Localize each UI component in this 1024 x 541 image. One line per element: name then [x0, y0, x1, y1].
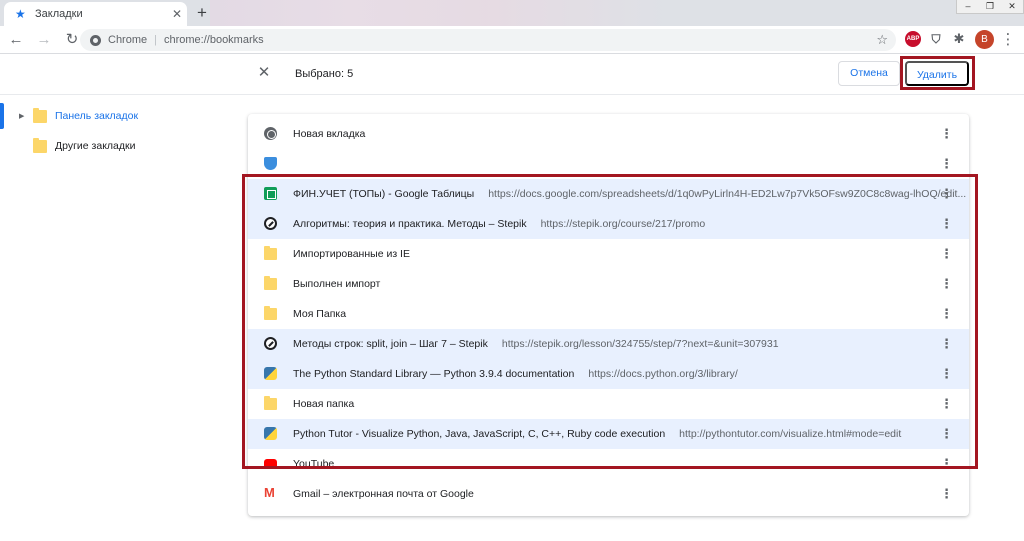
tree-item-label: Другие закладки	[55, 140, 136, 152]
bookmark-title: ФИН.УЧЕТ (ТОПы) - Google Таблицы https://…	[293, 188, 967, 200]
bookmark-url: https://stepik.org/course/217/promo	[540, 218, 706, 230]
bookmark-row[interactable]: Новая папка ⋮	[248, 389, 969, 419]
more-actions-icon[interactable]: ⋮	[940, 305, 953, 323]
more-actions-icon[interactable]: ⋮	[940, 395, 953, 413]
bookmark-url: https://docs.google.com/spreadsheets/d/1…	[488, 188, 967, 200]
bookmark-title: Моя Папка	[293, 308, 347, 320]
folder-icon	[33, 137, 47, 153]
browser-menu-icon[interactable]: ⋮	[1000, 30, 1016, 49]
bookmark-title: The Python Standard Library — Python 3.9…	[293, 368, 738, 380]
star-icon: ★	[15, 7, 26, 21]
minimize-button[interactable]: –	[957, 0, 979, 13]
clear-selection-icon[interactable]: ✕	[254, 63, 274, 83]
expand-arrow-icon[interactable]: ▶	[19, 112, 24, 120]
bookmark-title: Импортированные из IE	[293, 248, 410, 260]
youtube-icon	[264, 459, 277, 469]
bookmark-title: Новая папка	[293, 398, 355, 410]
more-actions-icon[interactable]: ⋮	[940, 125, 953, 143]
new-tab-button[interactable]: +	[193, 4, 211, 22]
bookmark-title: Методы строк: split, join – Шаг 7 – Step…	[293, 338, 779, 350]
bookmark-row[interactable]: ФИН.УЧЕТ (ТОПы) - Google Таблицы https://…	[248, 179, 969, 209]
window-controls: – ❐ ✕	[956, 0, 1024, 14]
bookmark-url: https://stepik.org/lesson/324755/step/7?…	[501, 338, 779, 350]
tab-title: Закладки	[35, 8, 83, 20]
omnibox-chip: Chrome	[108, 34, 148, 46]
address-bar[interactable]: Chrome | chrome://bookmarks ☆	[80, 29, 896, 51]
bookmark-row[interactable]: ⋮	[248, 149, 969, 179]
folder-icon	[264, 306, 277, 320]
python-icon	[264, 367, 277, 380]
bookmark-url: https://docs.python.org/3/library/	[588, 368, 738, 380]
bookmark-row[interactable]: Импортированные из IE ⋮	[248, 239, 969, 269]
tree-item-bookmarks-bar[interactable]: ▶ Панель закладок	[0, 103, 138, 129]
more-actions-icon[interactable]: ⋮	[940, 245, 953, 263]
bookmark-row[interactable]: Python Tutor - Visualize Python, Java, J…	[248, 419, 969, 449]
omnibox-separator: |	[154, 34, 157, 46]
bookmark-title: Выполнен импорт	[293, 278, 381, 290]
extensions-icon[interactable]: ✱	[951, 31, 967, 47]
folder-icon	[264, 396, 277, 410]
avatar[interactable]: В	[975, 30, 994, 49]
more-actions-icon[interactable]: ⋮	[940, 455, 953, 473]
more-actions-icon[interactable]: ⋮	[940, 215, 953, 233]
folder-icon	[264, 246, 277, 260]
forward-button[interactable]: →	[32, 28, 56, 52]
selection-toolbar: ✕ Выбрано: 5 Отмена Удалить	[0, 54, 1024, 95]
tab-bookmarks[interactable]: ★ Закладки ✕	[4, 2, 187, 26]
more-actions-icon[interactable]: ⋮	[940, 485, 953, 503]
blurred-region	[210, 0, 670, 26]
toolbar: ← → ↻ Chrome | chrome://bookmarks ☆	[0, 26, 1024, 54]
bookmark-title: YouTube	[293, 458, 335, 470]
stepik-icon	[264, 217, 277, 230]
bookmark-row[interactable]: Моя Папка ⋮	[248, 299, 969, 329]
more-actions-icon[interactable]: ⋮	[940, 365, 953, 383]
more-actions-icon[interactable]: ⋮	[940, 425, 953, 443]
more-actions-icon[interactable]: ⋮	[940, 335, 953, 353]
more-actions-icon[interactable]: ⋮	[940, 155, 953, 173]
gmail-icon	[264, 485, 277, 500]
chrome-icon	[90, 34, 101, 46]
stepik-icon	[264, 337, 277, 350]
bookmark-row[interactable]: Методы строк: split, join – Шаг 7 – Step…	[248, 329, 969, 359]
cancel-button[interactable]: Отмена	[838, 61, 900, 86]
bookmark-row[interactable]: Выполнен импорт ⋮	[248, 269, 969, 299]
bookmark-title: Gmail – электронная почта от Google	[293, 488, 474, 500]
delete-button[interactable]: Удалить	[905, 61, 969, 86]
bookmark-row[interactable]: YouTube ⋮	[248, 449, 969, 479]
folder-icon	[33, 107, 47, 123]
bookmark-row[interactable]: The Python Standard Library — Python 3.9…	[248, 359, 969, 389]
bookmark-row[interactable]: Gmail – электронная почта от Google ⋮	[248, 479, 969, 509]
bookmark-title: Новая вкладка	[293, 128, 366, 140]
python-icon	[264, 427, 277, 440]
close-window-button[interactable]: ✕	[1001, 0, 1023, 13]
adblock-icon[interactable]: ABP	[905, 31, 921, 47]
bookmark-title: Алгоритмы: теория и практика. Методы – S…	[293, 218, 706, 230]
bookmark-list: Новая вкладка ⋮ ⋮ ФИН.УЧЕТ (ТОПы) - Goog…	[248, 114, 969, 516]
more-actions-icon[interactable]: ⋮	[940, 185, 953, 203]
back-button[interactable]: ←	[4, 28, 28, 52]
restore-button[interactable]: ❐	[979, 0, 1001, 13]
google-sheets-icon	[264, 187, 277, 200]
shield-icon	[264, 157, 277, 170]
omnibox-url[interactable]: chrome://bookmarks	[164, 34, 264, 46]
more-actions-icon[interactable]: ⋮	[940, 275, 953, 293]
bookmark-title: Python Tutor - Visualize Python, Java, J…	[293, 428, 902, 440]
bookmark-row[interactable]: Алгоритмы: теория и практика. Методы – S…	[248, 209, 969, 239]
tree-item-other-bookmarks[interactable]: Другие закладки	[0, 133, 135, 159]
globe-icon	[264, 127, 277, 140]
bookmark-url: http://pythontutor.com/visualize.html#mo…	[679, 428, 902, 440]
bookmark-row[interactable]: Новая вкладка ⋮	[248, 119, 969, 149]
shield-icon[interactable]: ⛉	[928, 31, 944, 47]
close-icon[interactable]: ✕	[167, 7, 187, 21]
selection-count: Выбрано: 5	[295, 68, 354, 80]
folder-icon	[264, 276, 277, 290]
bookmark-star-icon[interactable]: ☆	[876, 32, 888, 48]
tree-item-label: Панель закладок	[55, 110, 139, 122]
tab-strip: ★ Закладки ✕ + – ❐ ✕	[0, 0, 1024, 26]
